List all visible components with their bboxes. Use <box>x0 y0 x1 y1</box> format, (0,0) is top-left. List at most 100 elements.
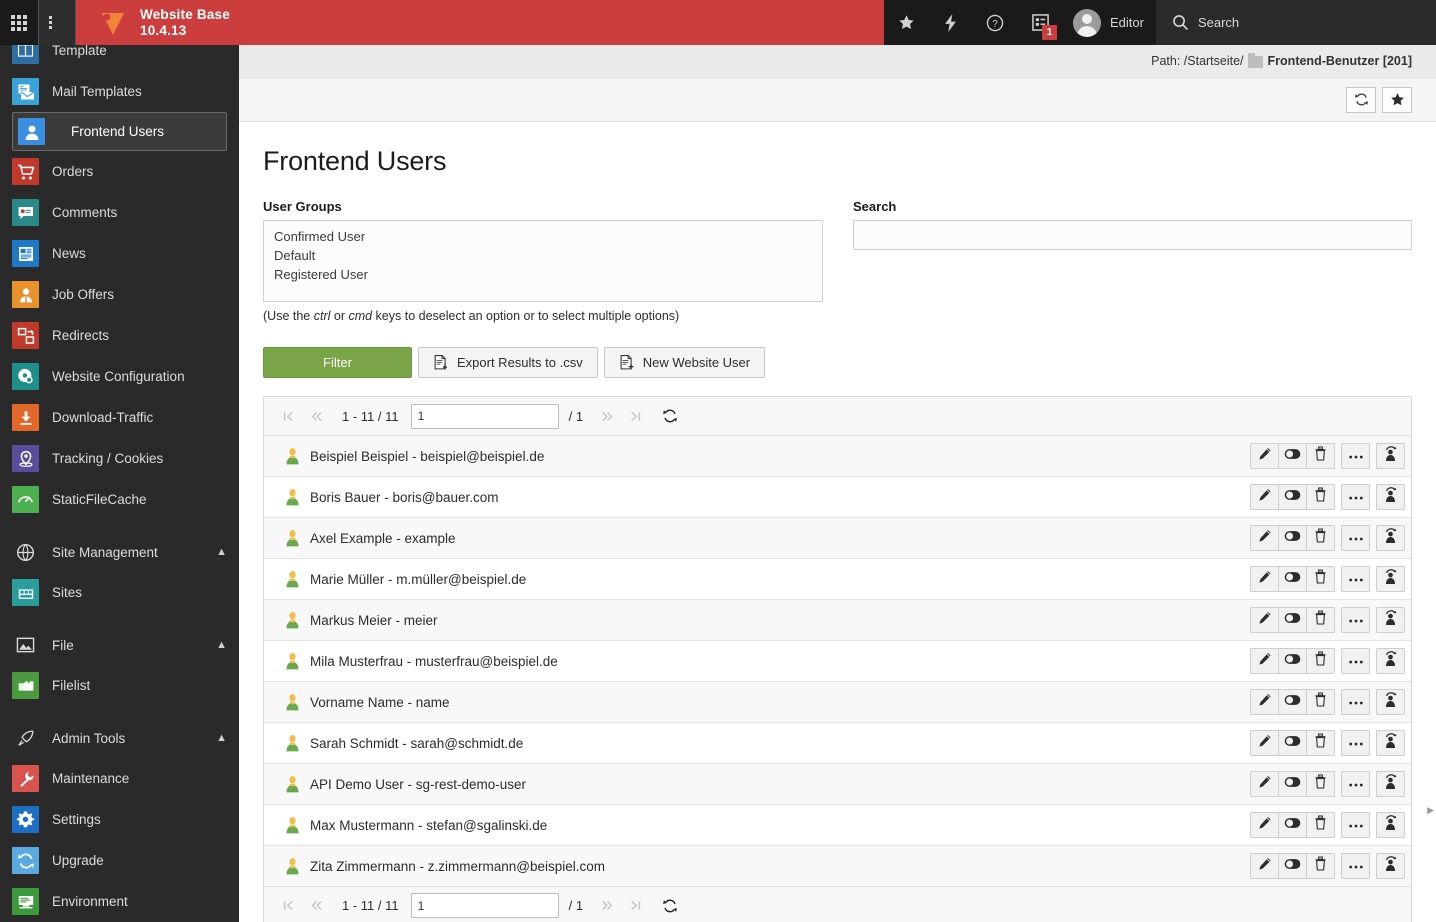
sidebar-item-news[interactable]: News <box>0 233 239 274</box>
table-row[interactable]: Markus Meier - meier <box>264 599 1411 640</box>
more-button[interactable] <box>1341 730 1370 756</box>
delete-button[interactable] <box>1306 607 1335 633</box>
sidebar-item-settings[interactable]: Settings <box>0 799 239 840</box>
more-button[interactable] <box>1341 525 1370 551</box>
disable-button[interactable] <box>1278 484 1307 510</box>
sidebar-item-job-offers[interactable]: Job Offers <box>0 274 239 315</box>
table-row-label[interactable]: Max Mustermann - stefan@sgalinski.de <box>306 818 1250 833</box>
disable-button[interactable] <box>1278 689 1307 715</box>
delete-button[interactable] <box>1306 443 1335 469</box>
edit-button[interactable] <box>1250 812 1279 838</box>
sidebar-item-comments[interactable]: Comments <box>0 192 239 233</box>
delete-button[interactable] <box>1306 812 1335 838</box>
disable-button[interactable] <box>1278 853 1307 879</box>
switch-user-button[interactable] <box>1376 771 1405 797</box>
reload-button[interactable] <box>655 403 685 429</box>
more-button[interactable] <box>1341 484 1370 510</box>
sidebar-item-mail-templates[interactable]: Mail Templates <box>0 71 239 112</box>
switch-user-button[interactable] <box>1376 812 1405 838</box>
edit-button[interactable] <box>1250 443 1279 469</box>
table-row-label[interactable]: Boris Bauer - boris@bauer.com <box>306 490 1250 505</box>
refresh-button[interactable] <box>1346 86 1376 113</box>
prev-page-button[interactable] <box>302 403 330 429</box>
table-row[interactable]: Vorname Name - name <box>264 681 1411 722</box>
chevron-up-icon[interactable]: ▲ <box>216 639 227 651</box>
switch-user-button[interactable] <box>1376 566 1405 592</box>
filter-button[interactable]: Filter <box>263 347 412 378</box>
module-sidebar[interactable]: Template Mail Templates Frontend Users O… <box>0 0 239 922</box>
sidebar-item-redirects[interactable]: Redirects <box>0 315 239 356</box>
prev-page-button[interactable] <box>302 893 330 919</box>
reload-button[interactable] <box>655 893 685 919</box>
table-row-label[interactable]: Beispiel Beispiel - beispiel@beispiel.de <box>306 449 1250 464</box>
first-page-button[interactable] <box>274 403 302 429</box>
more-button[interactable] <box>1341 648 1370 674</box>
sidebar-item-filelist[interactable]: Filelist <box>0 665 239 706</box>
disable-button[interactable] <box>1278 607 1307 633</box>
switch-user-button[interactable] <box>1376 853 1405 879</box>
search-input[interactable] <box>853 220 1412 250</box>
disable-button[interactable] <box>1278 648 1307 674</box>
table-row[interactable]: Sarah Schmidt - sarah@schmidt.de <box>264 722 1411 763</box>
switch-user-button[interactable] <box>1376 525 1405 551</box>
edit-button[interactable] <box>1250 771 1279 797</box>
more-button[interactable] <box>1341 812 1370 838</box>
table-row[interactable]: Beispiel Beispiel - beispiel@beispiel.de <box>264 435 1411 476</box>
switch-user-button[interactable] <box>1376 730 1405 756</box>
next-page-button[interactable] <box>593 893 621 919</box>
switch-user-button[interactable] <box>1376 607 1405 633</box>
user-groups-option[interactable]: Confirmed User <box>272 227 814 246</box>
edit-button[interactable] <box>1250 648 1279 674</box>
table-row-label[interactable]: Marie Müller - m.müller@beispiel.de <box>306 572 1250 587</box>
switch-user-button[interactable] <box>1376 484 1405 510</box>
delete-button[interactable] <box>1306 853 1335 879</box>
user-menu-button[interactable]: Editor <box>1063 0 1156 45</box>
edit-button[interactable] <box>1250 525 1279 551</box>
disable-button[interactable] <box>1278 443 1307 469</box>
bookmarks-button[interactable] <box>884 0 929 45</box>
more-button[interactable] <box>1341 771 1370 797</box>
table-row[interactable]: Boris Bauer - boris@bauer.com <box>264 476 1411 517</box>
switch-user-button[interactable] <box>1376 443 1405 469</box>
sidebar-item-download-traffic[interactable]: Download-Traffic <box>0 397 239 438</box>
switch-user-button[interactable] <box>1376 689 1405 715</box>
flash-actions-button[interactable] <box>929 0 972 45</box>
more-button[interactable] <box>1341 443 1370 469</box>
delete-button[interactable] <box>1306 689 1335 715</box>
sidebar-item-orders[interactable]: Orders <box>0 151 239 192</box>
disable-button[interactable] <box>1278 730 1307 756</box>
global-search-button[interactable]: Search <box>1155 0 1436 45</box>
user-groups-select[interactable]: Confirmed User Default Registered User <box>263 220 823 302</box>
table-row-label[interactable]: Vorname Name - name <box>306 695 1250 710</box>
edit-button[interactable] <box>1250 730 1279 756</box>
sidebar-item-maintenance[interactable]: Maintenance <box>0 758 239 799</box>
chevron-up-icon[interactable]: ▲ <box>216 732 227 744</box>
sidebar-item-staticfilecache[interactable]: StaticFileCache <box>0 479 239 520</box>
delete-button[interactable] <box>1306 730 1335 756</box>
table-row-label[interactable]: Markus Meier - meier <box>306 613 1250 628</box>
next-page-button[interactable] <box>593 403 621 429</box>
table-row-label[interactable]: API Demo User - sg-rest-demo-user <box>306 777 1250 792</box>
table-row[interactable]: Mila Musterfrau - musterfrau@beispiel.de <box>264 640 1411 681</box>
table-row-label[interactable]: Axel Example - example <box>306 531 1250 546</box>
table-row[interactable]: Max Mustermann - stefan@sgalinski.de <box>264 804 1411 845</box>
disable-button[interactable] <box>1278 771 1307 797</box>
disable-button[interactable] <box>1278 812 1307 838</box>
page-number-input[interactable] <box>410 893 559 918</box>
sidebar-section-admin-tools[interactable]: Admin Tools ▲ <box>0 718 239 758</box>
first-page-button[interactable] <box>274 893 302 919</box>
more-button[interactable] <box>1341 607 1370 633</box>
table-row[interactable]: Zita Zimmermann - z.zimmermann@beispiel.… <box>264 845 1411 886</box>
table-row[interactable]: Axel Example - example <box>264 517 1411 558</box>
user-groups-option[interactable]: Default <box>272 246 814 265</box>
sidebar-section-file[interactable]: File ▲ <box>0 625 239 665</box>
table-row[interactable]: API Demo User - sg-rest-demo-user <box>264 763 1411 804</box>
sidebar-section-site-management[interactable]: Site Management ▲ <box>0 532 239 572</box>
delete-button[interactable] <box>1306 771 1335 797</box>
last-page-button[interactable] <box>621 893 649 919</box>
bookmark-button[interactable] <box>1382 86 1412 113</box>
delete-button[interactable] <box>1306 484 1335 510</box>
delete-button[interactable] <box>1306 525 1335 551</box>
disable-button[interactable] <box>1278 525 1307 551</box>
clipboard-button[interactable]: 1 <box>1018 0 1063 45</box>
